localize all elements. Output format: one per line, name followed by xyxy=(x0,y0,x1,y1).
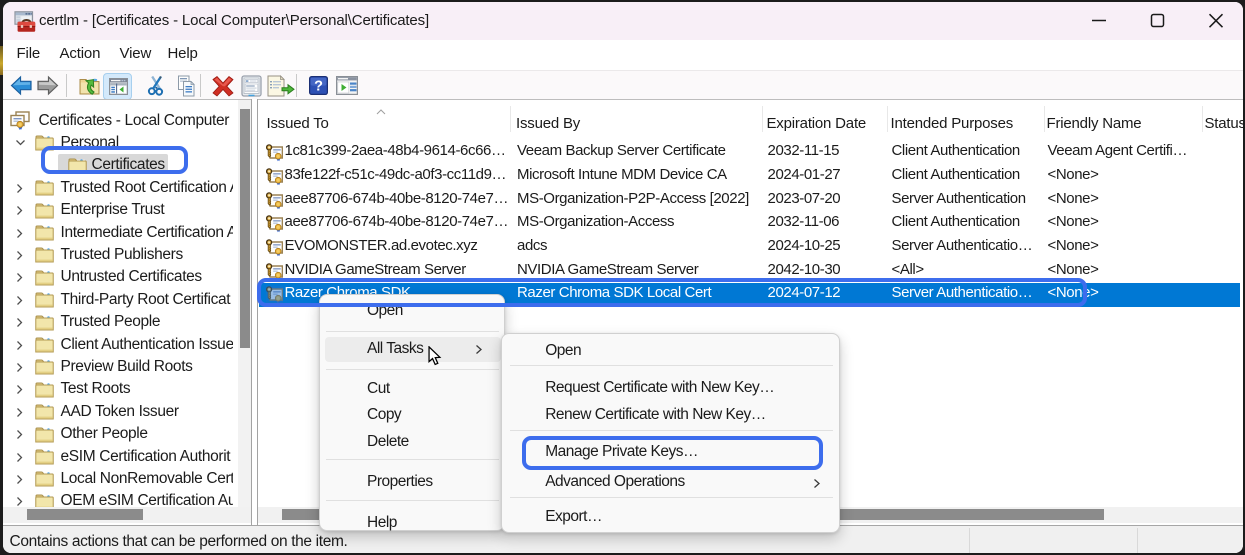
svg-text:?: ? xyxy=(314,79,323,95)
